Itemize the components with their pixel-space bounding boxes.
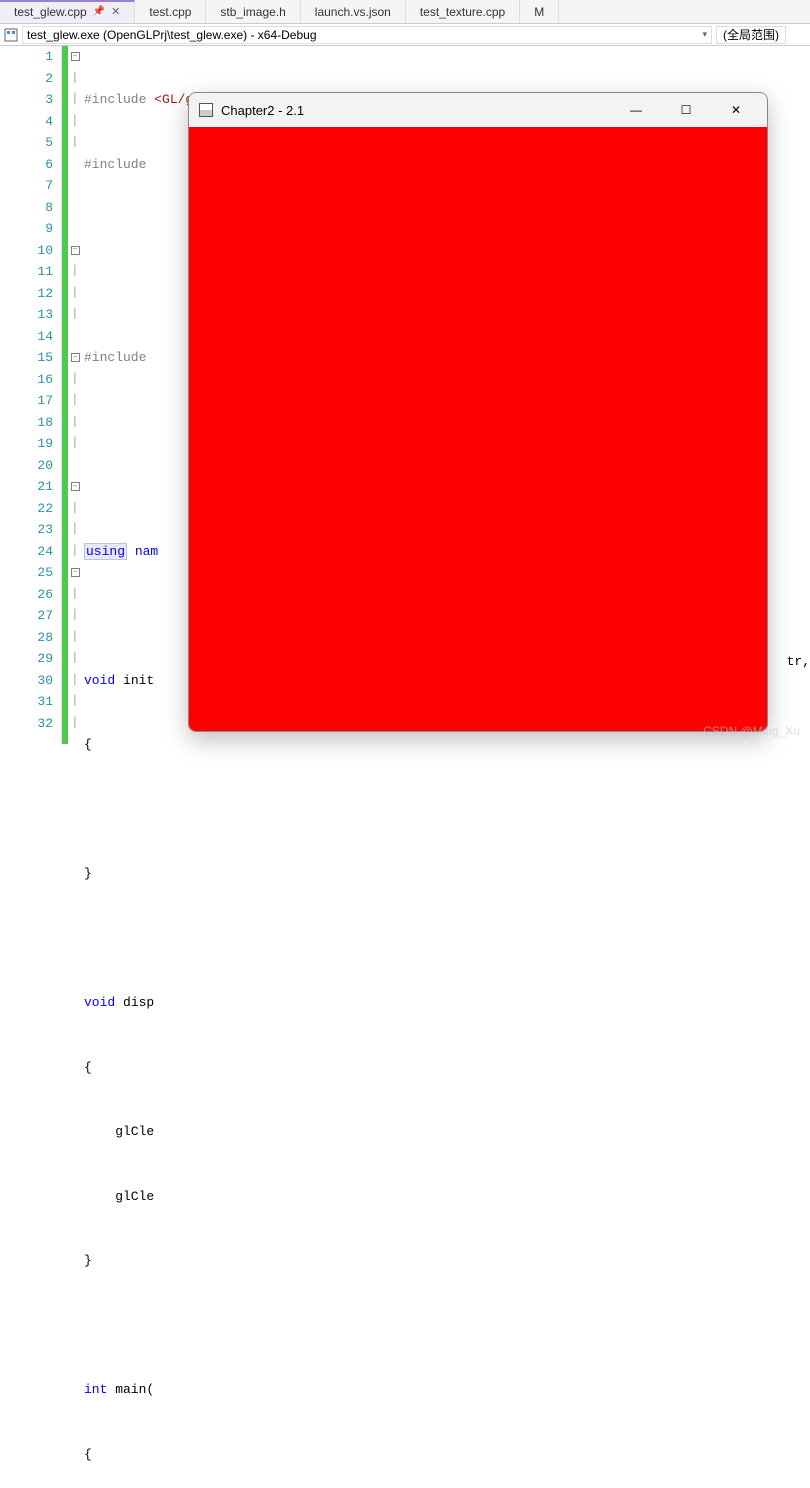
app-icon — [199, 103, 213, 117]
close-icon[interactable]: ✕ — [111, 5, 120, 18]
tab-label: test_texture.cpp — [420, 5, 505, 19]
fold-icon[interactable]: − — [71, 482, 80, 491]
exe-icon — [4, 28, 18, 42]
window-titlebar[interactable]: Chapter2 - 2.1 — ☐ ✕ — [189, 93, 767, 127]
tab-label: test_glew.cpp — [14, 5, 87, 19]
maximize-button[interactable]: ☐ — [665, 96, 707, 124]
context-dropdown[interactable]: test_glew.exe (OpenGLPrj\test_glew.exe) … — [22, 26, 712, 44]
window-title: Chapter2 - 2.1 — [221, 103, 607, 118]
chevron-down-icon: ▾ — [702, 29, 707, 40]
tab-label: stb_image.h — [220, 5, 285, 19]
pin-icon[interactable]: 📌 — [93, 6, 105, 17]
tab-stb-image[interactable]: stb_image.h — [206, 0, 300, 23]
fold-icon[interactable]: − — [71, 568, 80, 577]
tab-more[interactable]: M — [520, 0, 559, 23]
line-gutter: 1234567891011121314151617181920212223242… — [0, 46, 62, 744]
scope-text: (全局范围) — [723, 26, 779, 43]
tab-test-texture[interactable]: test_texture.cpp — [406, 0, 520, 23]
tab-label: M — [534, 5, 544, 19]
tab-launch-json[interactable]: launch.vs.json — [301, 0, 406, 23]
tab-test[interactable]: test.cpp — [135, 0, 206, 23]
context-text: test_glew.exe (OpenGLPrj\test_glew.exe) … — [27, 28, 317, 42]
fold-icon[interactable]: − — [71, 353, 80, 362]
fold-column: − ││││ − │││ − ││││ − │││ − │││││││ — [68, 46, 82, 744]
context-toolbar: test_glew.exe (OpenGLPrj\test_glew.exe) … — [0, 24, 810, 46]
fold-icon[interactable]: − — [71, 52, 80, 61]
close-button[interactable]: ✕ — [715, 96, 757, 124]
opengl-window: Chapter2 - 2.1 — ☐ ✕ — [188, 92, 768, 732]
truncated-code: tr, — [787, 654, 810, 669]
scope-dropdown[interactable]: (全局范围) — [716, 26, 786, 44]
tab-label: launch.vs.json — [315, 5, 391, 19]
minimize-button[interactable]: — — [615, 96, 657, 124]
tab-test-glew[interactable]: test_glew.cpp 📌 ✕ — [0, 0, 135, 23]
tab-bar: test_glew.cpp 📌 ✕ test.cpp stb_image.h l… — [0, 0, 810, 24]
tab-label: test.cpp — [149, 5, 191, 19]
fold-icon[interactable]: − — [71, 246, 80, 255]
opengl-canvas — [189, 127, 767, 731]
